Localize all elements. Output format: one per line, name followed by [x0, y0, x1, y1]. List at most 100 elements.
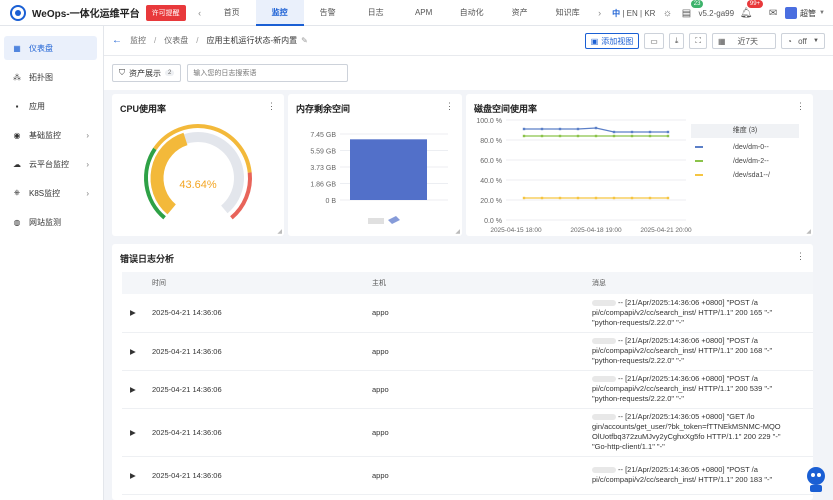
nav-tab-asset[interactable]: 资产 [496, 0, 544, 26]
log-message-line: "Go-http-client/1.1" "-" [592, 442, 665, 451]
sidebar-item-label: 基础监控 [29, 130, 61, 140]
lang-cn[interactable]: 中 [612, 9, 620, 18]
save-icon[interactable]: ▭ [644, 33, 664, 49]
log-message-line: pi/c/compapi/v2/cc/search_inst/ HTTP/1.1… [592, 307, 773, 317]
series-point [540, 127, 544, 131]
breadcrumb-item[interactable]: 仪表盘 [164, 35, 188, 46]
sidebar-item-dashboard[interactable]: ▦ 仪表盘 [4, 36, 97, 60]
table-row[interactable]: ▶ 2025-04-21 14:36:06 appo -- [21/Apr/20… [122, 332, 813, 371]
version-doc-icon[interactable]: ▤ 23 [679, 0, 704, 20]
y-tick-label: 80.0 % [480, 138, 502, 145]
app-title: WeOps-一体化运维平台 [32, 9, 140, 20]
series-point [612, 130, 616, 134]
app-icon: ▪ [15, 101, 19, 111]
language-switcher[interactable]: 中 | EN | KR [612, 8, 655, 19]
nav-tab-log[interactable]: 日志 [352, 0, 400, 26]
sidebar-item-app[interactable]: ▪ 应用 [4, 94, 97, 118]
back-arrow-icon[interactable]: ← [112, 35, 122, 46]
table-row[interactable]: ▶ 2025-04-21 14:36:06 appo -- [21/Apr/20… [122, 370, 813, 409]
log-time: 2025-04-21 14:36:06 [144, 370, 364, 409]
sidebar-item-k8s-monitor[interactable]: ⎈ K8S监控 › [4, 181, 97, 205]
sidebar-item-basic-monitor[interactable]: ◉ 基础监控 › [4, 123, 97, 147]
log-message: -- [21/Apr/2025:14:36:05 +0800] "GET /lo… [584, 408, 813, 457]
chevron-down-icon: ▼ [819, 10, 825, 16]
nav-tab-knowledge[interactable]: 知识库 [544, 0, 592, 26]
column-header-message[interactable]: 消息 [584, 272, 813, 294]
expand-row-icon[interactable]: ▶ [122, 332, 144, 371]
add-view-button[interactable]: ▣ 添加视图 [584, 33, 640, 49]
fullscreen-icon[interactable]: ⛶ [689, 33, 707, 49]
weops-logo-icon [10, 4, 26, 21]
column-header-host[interactable]: 主机 [364, 272, 584, 294]
sidebar: ▦ 仪表盘 ⁂ 拓扑图 ▪ 应用 ◉ 基础监控 › ☁ 云平台监控 › ⎈ K8… [0, 26, 104, 500]
x-tick-label: 2025-04-18 19:00 [570, 227, 622, 234]
resize-handle-icon[interactable]: ◢ [277, 228, 282, 235]
x-tick-label: 2025-04-21 20:00 [640, 227, 692, 234]
asset-count-badge: 2 [165, 70, 175, 76]
download-icon[interactable]: ⤓ [668, 33, 685, 49]
log-search-input[interactable] [187, 64, 349, 82]
series-point [558, 196, 562, 200]
expand-row-icon[interactable]: ▶ [122, 408, 144, 457]
nav-tab-apm[interactable]: APM [400, 0, 448, 26]
x-tick-label: 2025-04-15 18:00 [490, 227, 542, 234]
legend-item[interactable]: /dev/dm-2-- [691, 154, 799, 168]
resize-handle-icon[interactable]: ◢ [455, 228, 460, 235]
y-tick-label: 60.0 % [480, 158, 502, 165]
sidebar-item-topology[interactable]: ⁂ 拓扑图 [4, 65, 97, 89]
nav-tab-monitor[interactable]: 监控 [255, 0, 304, 26]
log-message-line: gin/accounts/get_user/?bk_token=fTTNEkMS… [592, 422, 781, 431]
log-time: 2025-04-21 14:36:06 [144, 294, 364, 333]
nav-scroll-left-icon[interactable]: ‹ [192, 8, 208, 18]
y-tick-label: 20.0 % [480, 198, 502, 205]
theme-sun-icon[interactable]: ☼ [660, 6, 674, 20]
expand-row-icon[interactable]: ▶ [122, 294, 144, 333]
table-row[interactable]: ▶ 2025-04-21 14:36:06 appo -- [21/Apr/20… [122, 408, 813, 457]
table-row[interactable]: ▶ 2025-04-21 14:36:06 appo -- [21/Apr/20… [122, 294, 813, 333]
column-header-time[interactable]: 时间 [144, 272, 364, 294]
disk-legend: 维度 (3) /dev/dm-0-- /dev/dm-2-- /dev/sda1… [691, 124, 799, 182]
breadcrumb-item[interactable]: 监控 [130, 35, 146, 46]
sidebar-item-cloud-monitor[interactable]: ☁ 云平台监控 › [4, 152, 97, 176]
topology-icon: ⁂ [13, 72, 21, 82]
expand-row-icon[interactable]: ▶ [122, 456, 144, 495]
blurred-label [388, 216, 400, 224]
nav-tab-automation[interactable]: 自动化 [448, 0, 496, 26]
filter-bar: ⛉ 资产展示 2 [104, 56, 833, 90]
nav-scroll-right-icon[interactable]: › [592, 8, 608, 18]
resize-handle-icon[interactable]: ◢ [806, 228, 811, 235]
more-menu-icon[interactable]: ⋮ [796, 251, 805, 262]
dashboard-icon: ▦ [13, 43, 21, 53]
table-row[interactable]: ▶ 2025-04-21 14:36:06 appo -- [21/Apr/20… [122, 456, 813, 495]
asset-display-label: 资产展示 [129, 68, 161, 78]
message-icon[interactable]: ✉ [766, 6, 780, 20]
refresh-select[interactable]: ◔ off ▼ [781, 33, 825, 49]
lang-en[interactable]: EN [627, 9, 638, 18]
refresh-value: off [798, 36, 807, 46]
sidebar-item-label: 云平台监控 [29, 159, 69, 169]
disk-usage-card: 磁盘空间使用率 ⋮ 100.0 % 80.0 % 60.0 % 40.0 % 20.0 … [466, 94, 813, 236]
log-message-line: "python-requests/2.22.0" "-" [592, 394, 684, 403]
time-range-select[interactable]: ▦ 近7天 [712, 33, 776, 49]
nav-tab-alert[interactable]: 告警 [304, 0, 352, 26]
expand-row-icon[interactable]: ▶ [122, 370, 144, 409]
notification-bell-icon[interactable]: 🔔︎ 99+ [739, 0, 764, 20]
user-menu[interactable]: 超管 ▼ [785, 7, 825, 19]
log-message-line: "python-requests/2.22.0" "-" [592, 356, 684, 365]
legend-swatch [695, 146, 703, 148]
asset-display-button[interactable]: ⛉ 资产展示 2 [112, 64, 182, 82]
series-point [648, 196, 652, 200]
license-reminder-button[interactable]: 许可提醒 [145, 4, 186, 21]
lang-kr[interactable]: KR [644, 9, 655, 18]
nav-tab-home[interactable]: 首页 [208, 0, 256, 26]
series-point [594, 126, 598, 130]
legend-item[interactable]: /dev/dm-0-- [691, 140, 799, 154]
sidebar-item-website[interactable]: ◍ 网站监测 [4, 210, 97, 234]
legend-item[interactable]: /dev/sda1--/ [691, 168, 799, 182]
log-message: -- [21/Apr/2025:14:36:06 +0800] "POST /a… [584, 332, 813, 371]
cloud-icon: ☁ [13, 159, 21, 169]
edit-pencil-icon[interactable]: ✎ [301, 36, 308, 45]
avatar [785, 7, 798, 19]
legend-label: /dev/dm-0-- [733, 143, 769, 151]
assistant-robot-icon[interactable] [803, 464, 829, 494]
